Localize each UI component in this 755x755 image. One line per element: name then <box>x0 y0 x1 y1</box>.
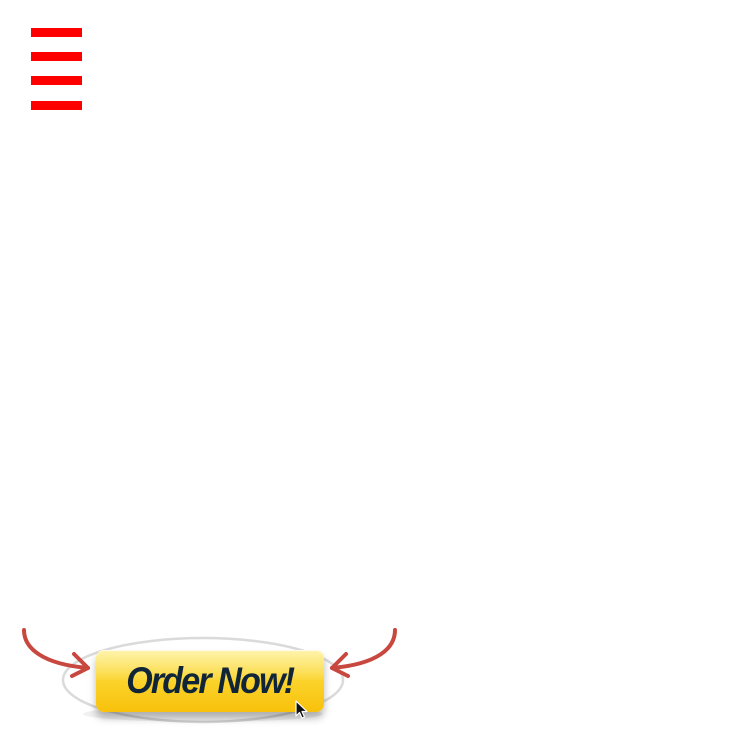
menu-bar <box>31 76 82 85</box>
menu-bar <box>31 101 82 110</box>
order-now-label: Order Now! <box>126 660 296 701</box>
right-arrow-icon <box>330 628 397 678</box>
menu-bar <box>31 52 82 61</box>
order-now-banner[interactable]: Order Now! <box>18 626 403 731</box>
hamburger-menu-icon[interactable] <box>31 28 82 112</box>
left-arrow-icon <box>22 628 90 678</box>
order-now-button[interactable]: Order Now! <box>96 650 324 712</box>
mouse-cursor-icon <box>295 700 308 719</box>
menu-bar <box>31 28 82 37</box>
